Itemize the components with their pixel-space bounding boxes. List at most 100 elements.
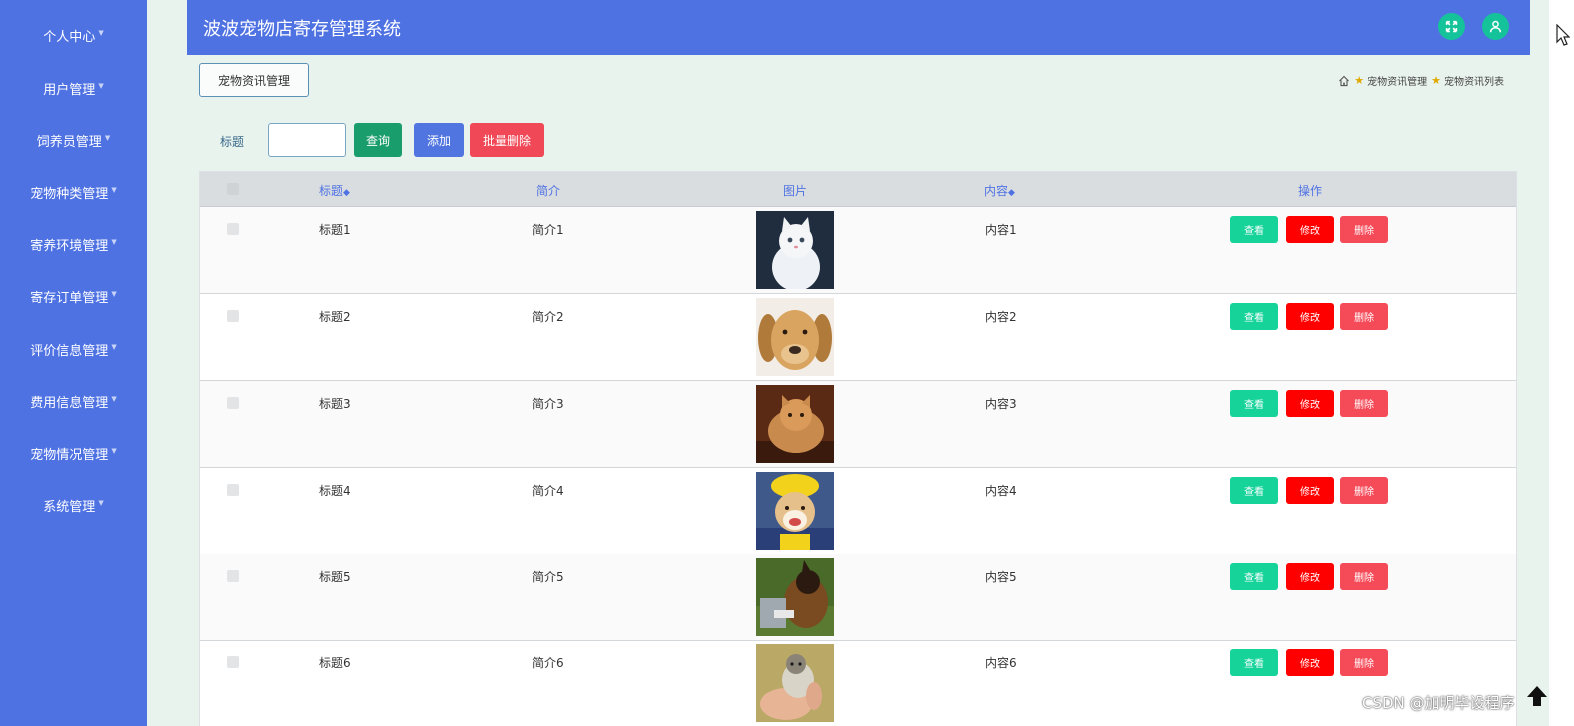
pet-image-persian-cat bbox=[756, 385, 834, 463]
user-icon bbox=[1489, 20, 1502, 33]
fullscreen-icon bbox=[1445, 20, 1458, 33]
sort-icon: ◆ bbox=[343, 188, 350, 198]
chevron-down-icon: ▼ bbox=[111, 447, 117, 455]
view-button[interactable]: 查看 bbox=[1230, 477, 1278, 504]
edit-button[interactable]: 修改 bbox=[1286, 649, 1334, 676]
sidebar-item-label: 宠物情况管理 bbox=[30, 447, 109, 463]
sidebar-item-label: 费用信息管理 bbox=[30, 395, 109, 411]
edit-button[interactable]: 修改 bbox=[1286, 563, 1334, 590]
pet-image-shiba-yellow-hat bbox=[756, 472, 834, 550]
row-title: 标题4 bbox=[319, 484, 351, 498]
row-checkbox[interactable] bbox=[227, 656, 239, 668]
table-header: 标题◆ 简介 图片 内容◆ 操作 bbox=[200, 172, 1516, 207]
view-button[interactable]: 查看 bbox=[1230, 390, 1278, 417]
view-button[interactable]: 查看 bbox=[1230, 563, 1278, 590]
mouse-cursor-icon bbox=[1556, 24, 1570, 46]
batch-delete-button[interactable]: 批量删除 bbox=[470, 123, 544, 157]
pet-image-kitten-in-hand bbox=[756, 644, 834, 722]
breadcrumb-item: 宠物资讯列表 bbox=[1444, 77, 1504, 88]
sidebar-item-environment-management[interactable]: 寄养环境管理 ▼ bbox=[0, 218, 147, 270]
view-button[interactable]: 查看 bbox=[1230, 216, 1278, 243]
row-content: 内容6 bbox=[985, 656, 1017, 670]
view-button[interactable]: 查看 bbox=[1230, 649, 1278, 676]
column-header-title-label: 标题 bbox=[319, 184, 344, 198]
row-summary: 简介5 bbox=[532, 570, 564, 584]
row-checkbox[interactable] bbox=[227, 570, 239, 582]
sidebar-item-user-management[interactable]: 用户管理 ▼ bbox=[0, 62, 147, 114]
app-title: 波波宠物店寄存管理系统 bbox=[203, 19, 401, 40]
column-header-content[interactable]: 内容◆ bbox=[984, 182, 1015, 199]
row-summary: 简介1 bbox=[532, 223, 564, 237]
delete-button[interactable]: 删除 bbox=[1340, 563, 1388, 590]
edit-button[interactable]: 修改 bbox=[1286, 390, 1334, 417]
table-row: 标题4 简介4 内容4 查看 修改 删除 bbox=[200, 468, 1516, 555]
column-header-title[interactable]: 标题◆ bbox=[319, 182, 350, 199]
row-content: 内容2 bbox=[985, 310, 1017, 324]
row-summary: 简介6 bbox=[532, 656, 564, 670]
row-title: 标题1 bbox=[319, 223, 351, 237]
breadcrumb-item[interactable]: 宠物资讯管理 bbox=[1367, 73, 1427, 88]
pet-image-german-shepherd bbox=[756, 558, 834, 636]
row-checkbox[interactable] bbox=[227, 397, 239, 409]
pet-image-white-cat bbox=[756, 211, 834, 289]
sidebar-item-label: 用户管理 bbox=[43, 82, 96, 98]
chevron-down-icon: ▼ bbox=[111, 290, 117, 298]
delete-button[interactable]: 删除 bbox=[1340, 477, 1388, 504]
sidebar-item-pet-status-management[interactable]: 宠物情况管理 ▼ bbox=[0, 427, 147, 479]
chevron-down-icon: ▼ bbox=[98, 29, 104, 37]
edit-button[interactable]: 修改 bbox=[1286, 303, 1334, 330]
delete-button[interactable]: 删除 bbox=[1340, 390, 1388, 417]
add-button[interactable]: 添加 bbox=[414, 123, 464, 157]
user-profile-button[interactable] bbox=[1482, 13, 1509, 40]
sidebar-item-fee-management[interactable]: 费用信息管理 ▼ bbox=[0, 375, 147, 427]
edit-button[interactable]: 修改 bbox=[1286, 477, 1334, 504]
sidebar-item-review-management[interactable]: 评价信息管理 ▼ bbox=[0, 323, 147, 375]
star-icon: ★ bbox=[1431, 74, 1441, 87]
fullscreen-button[interactable] bbox=[1438, 13, 1465, 40]
pet-news-table: 标题◆ 简介 图片 内容◆ 操作 标题1 简介1 内容1 查看 修改 删除 标题… bbox=[199, 171, 1517, 726]
column-header-image: 图片 bbox=[783, 184, 808, 198]
edit-button[interactable]: 修改 bbox=[1286, 216, 1334, 243]
sidebar-item-keeper-management[interactable]: 饲养员管理 ▼ bbox=[0, 114, 147, 166]
chevron-down-icon: ▼ bbox=[98, 82, 104, 90]
row-checkbox[interactable] bbox=[227, 484, 239, 496]
sidebar-item-label: 寄养环境管理 bbox=[30, 238, 109, 254]
sidebar-item-order-management[interactable]: 寄存订单管理 ▼ bbox=[0, 270, 147, 322]
row-content: 内容3 bbox=[985, 397, 1017, 411]
chevron-down-icon: ▼ bbox=[111, 395, 117, 403]
search-title-label: 标题 bbox=[220, 135, 245, 149]
row-title: 标题2 bbox=[319, 310, 351, 324]
column-header-actions: 操作 bbox=[1298, 184, 1323, 198]
table-row: 标题6 简介6 内容6 查看 修改 删除 bbox=[200, 640, 1516, 726]
sidebar-item-personal-center[interactable]: 个人中心 ▼ bbox=[0, 9, 147, 61]
row-summary: 简介3 bbox=[532, 397, 564, 411]
sidebar-item-pet-type-management[interactable]: 宠物种类管理 ▼ bbox=[0, 166, 147, 218]
row-checkbox[interactable] bbox=[227, 310, 239, 322]
pet-image-golden-retriever bbox=[756, 298, 834, 376]
search-title-input[interactable] bbox=[268, 123, 346, 157]
tab-pet-news-management[interactable]: 宠物资讯管理 bbox=[199, 63, 309, 97]
chevron-down-icon: ▼ bbox=[111, 186, 117, 194]
query-button[interactable]: 查询 bbox=[354, 123, 402, 157]
star-icon: ★ bbox=[1354, 74, 1365, 87]
chevron-down-icon: ▼ bbox=[111, 238, 117, 246]
delete-button[interactable]: 删除 bbox=[1340, 216, 1388, 243]
arrow-up-icon bbox=[1527, 686, 1547, 706]
view-button[interactable]: 查看 bbox=[1230, 303, 1278, 330]
home-icon[interactable] bbox=[1338, 75, 1350, 87]
delete-button[interactable]: 删除 bbox=[1340, 649, 1388, 676]
breadcrumb: ★ 宠物资讯管理 ★ 宠物资讯列表 bbox=[1338, 73, 1504, 88]
chevron-down-icon: ▼ bbox=[111, 343, 117, 351]
sidebar-item-system-management[interactable]: 系统管理 ▼ bbox=[0, 479, 147, 531]
sidebar-item-label: 寄存订单管理 bbox=[30, 290, 109, 306]
select-all-checkbox[interactable] bbox=[227, 183, 239, 195]
sidebar-item-label: 评价信息管理 bbox=[30, 343, 109, 359]
sort-icon: ◆ bbox=[1008, 188, 1015, 198]
row-content: 内容5 bbox=[985, 570, 1017, 584]
sidebar-item-label: 系统管理 bbox=[43, 499, 96, 515]
sidebar-item-label: 个人中心 bbox=[43, 29, 96, 45]
sidebar: 个人中心 ▼ 用户管理 ▼ 饲养员管理 ▼ 宠物种类管理 ▼ 寄养环境管理 ▼ 寄存订单管… bbox=[0, 0, 147, 726]
row-checkbox[interactable] bbox=[227, 223, 239, 235]
delete-button[interactable]: 删除 bbox=[1340, 303, 1388, 330]
back-to-top-button[interactable] bbox=[1524, 683, 1550, 709]
